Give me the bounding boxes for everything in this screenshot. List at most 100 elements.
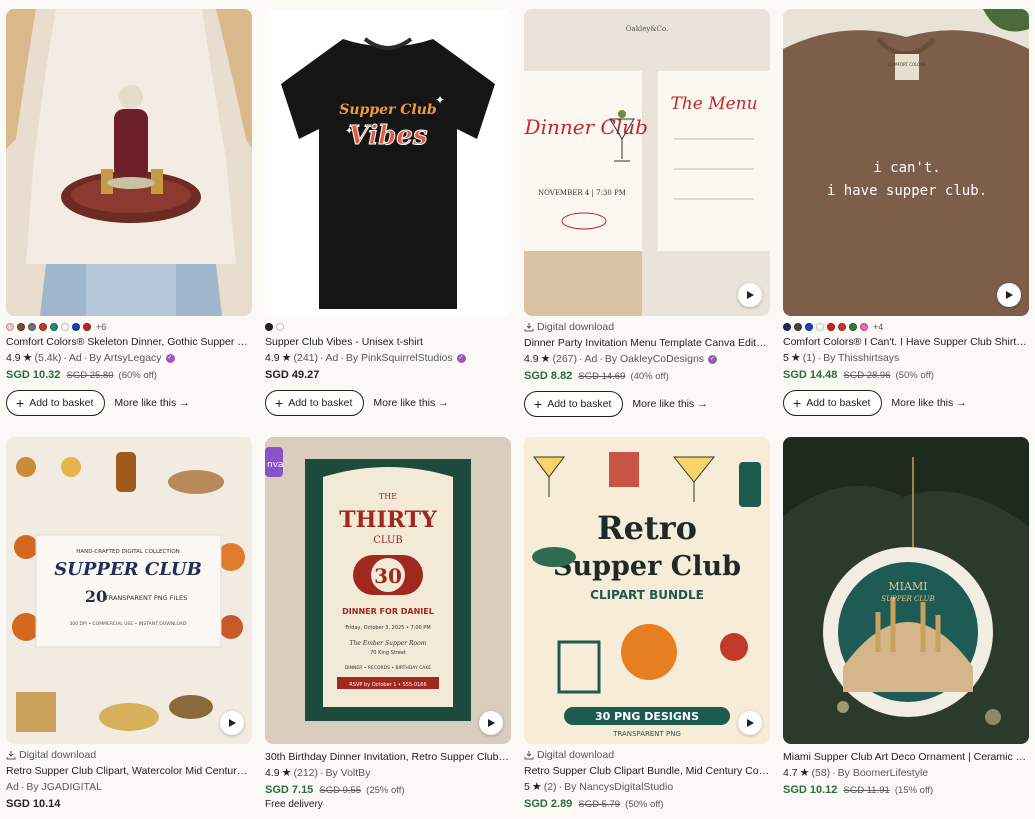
color-swatch[interactable]: [61, 323, 69, 331]
thirty-street-text: 70 King Street: [370, 650, 406, 656]
ad-label: Ad: [6, 781, 19, 793]
color-swatch[interactable]: [794, 323, 802, 331]
listing-image[interactable]: Supper Club Vibes ✦ ✦: [265, 9, 511, 316]
seller-name[interactable]: By OakleyCoDesigns: [605, 352, 704, 366]
retro-line1: Retro: [597, 509, 697, 547]
color-swatch[interactable]: [17, 323, 25, 331]
ad-label: Ad: [68, 352, 82, 364]
listing-card[interactable]: Supper Club Vibes ✦ ✦ Supper Club Vibes …: [265, 9, 511, 416]
listing-card[interactable]: HAND-CRAFTED DIGITAL COLLECTION SUPPER C…: [6, 437, 252, 811]
more-like-this-link[interactable]: More like this →: [373, 397, 448, 409]
color-swatch[interactable]: [72, 323, 80, 331]
listing-card[interactable]: +6 Comfort Colors® Skeleton Dinner, Goth…: [6, 9, 252, 416]
seller-name[interactable]: By PinkSquirrelStudios: [346, 351, 453, 365]
canva-badge-text: nva: [267, 460, 284, 470]
play-video-button[interactable]: [220, 711, 244, 735]
color-swatch[interactable]: [276, 323, 284, 331]
tee-line2: i have supper club.: [827, 183, 987, 199]
listing-title[interactable]: Comfort Colors® Skeleton Dinner, Gothic …: [6, 335, 252, 349]
listing-image[interactable]: nva THE THIRTY CLUB 30 DINNER FOR DANIEL…: [265, 437, 511, 744]
listing-card[interactable]: Retro Supper Club CLIPART BUNDLE 30 PNG …: [524, 437, 770, 811]
listing-title[interactable]: Miami Supper Club Art Deco Ornament | Ce…: [783, 750, 1029, 764]
listing-title[interactable]: Retro Supper Club Clipart Bundle, Mid Ce…: [524, 764, 770, 778]
color-swatches: +6: [6, 322, 252, 332]
listing-title[interactable]: 30th Birthday Dinner Invitation, Retro S…: [265, 750, 511, 764]
play-video-button[interactable]: [997, 283, 1021, 307]
add-to-basket-button[interactable]: + Add to basket: [265, 390, 365, 416]
seller-name[interactable]: By BoomerLifestyle: [838, 766, 928, 780]
listing-image[interactable]: COMFORT COLORS i can't. i have supper cl…: [783, 9, 1029, 316]
rating-row: 4.7 ★ (58) · By BoomerLifestyle: [783, 766, 929, 780]
color-swatch[interactable]: [827, 323, 835, 331]
more-like-this-link[interactable]: More like this →: [632, 398, 707, 410]
listing-card[interactable]: COMFORT COLORS i can't. i have supper cl…: [783, 9, 1029, 416]
listing-image[interactable]: Oakley&Co. The Dinner Club The Menu NOVE…: [524, 9, 770, 316]
listing-image[interactable]: HAND-CRAFTED DIGITAL COLLECTION SUPPER C…: [6, 437, 252, 744]
color-swatch[interactable]: [805, 323, 813, 331]
color-swatch[interactable]: [849, 323, 857, 331]
arrow-right-icon: →: [438, 397, 449, 409]
seller-name[interactable]: By NancysDigitalStudio: [564, 780, 673, 794]
play-video-button[interactable]: [479, 711, 503, 735]
color-swatch[interactable]: [783, 323, 791, 331]
play-icon: [747, 291, 754, 299]
play-video-button[interactable]: [738, 711, 762, 735]
star-icon: ★: [281, 352, 292, 364]
rating-row: 5 ★ (1) · By Thisshirtsays: [783, 351, 900, 365]
rating-value: 5: [524, 781, 530, 793]
play-video-button[interactable]: [738, 283, 762, 307]
listing-card[interactable]: Oakley&Co. The Dinner Club The Menu NOVE…: [524, 9, 770, 417]
seller-name[interactable]: By ArtsyLegacy: [89, 351, 161, 365]
listing-title[interactable]: Supper Club Vibes - Unisex t-shirt: [265, 335, 511, 349]
star-icon: ★: [799, 767, 810, 779]
current-price: SGD 14.48: [783, 369, 838, 381]
color-swatch[interactable]: [39, 323, 47, 331]
color-swatch[interactable]: [83, 323, 91, 331]
original-price: SGD 11.91: [843, 785, 890, 796]
listing-title[interactable]: Retro Supper Club Clipart, Watercolor Mi…: [6, 764, 252, 778]
star-seller-icon: ✓: [708, 354, 718, 364]
rating-row: 4.9 ★ (241) · Ad · By PinkSquirrelStudio…: [265, 351, 466, 365]
current-price: SGD 10.32: [6, 369, 61, 381]
download-icon: [524, 323, 534, 332]
listing-image[interactable]: Retro Supper Club CLIPART BUNDLE 30 PNG …: [524, 437, 770, 744]
color-swatch[interactable]: [816, 323, 824, 331]
color-swatch[interactable]: [28, 323, 36, 331]
color-swatch[interactable]: [838, 323, 846, 331]
price-row: SGD 49.27: [265, 368, 511, 382]
seller-name[interactable]: By JGADIGITAL: [26, 780, 102, 794]
listing-title[interactable]: Dinner Party Invitation Menu Template Ca…: [524, 336, 770, 350]
digital-download-label: Digital download: [6, 749, 252, 761]
ad-label: Ad: [325, 352, 339, 364]
listing-image[interactable]: [6, 9, 252, 316]
add-to-basket-button[interactable]: + Add to basket: [783, 390, 883, 416]
rating-row: 4.9 ★ (5.4k) · Ad · By ArtsyLegacy ✓: [6, 351, 175, 365]
more-like-this-link[interactable]: More like this →: [891, 397, 966, 409]
brand-text: Oakley&Co.: [626, 25, 668, 33]
discount: (40% off): [630, 371, 669, 382]
current-price: SGD 10.14: [6, 798, 61, 810]
rating-value: 4.9: [524, 353, 539, 365]
star-icon: ★: [531, 781, 542, 793]
star-seller-icon: ✓: [456, 353, 466, 363]
listing-title[interactable]: Comfort Colors® I Can't. I Have Supper C…: [783, 335, 1029, 349]
color-swatch[interactable]: [50, 323, 58, 331]
more-swatches-count: +4: [873, 322, 884, 332]
more-like-this-link[interactable]: More like this →: [114, 397, 189, 409]
rating-row: Ad · By JGADIGITAL: [6, 780, 102, 794]
listing-image[interactable]: MIAMI SUPPER CLUB: [783, 437, 1029, 744]
seller-name[interactable]: By Thisshirtsays: [823, 351, 899, 365]
color-swatch[interactable]: [6, 323, 14, 331]
seller-name[interactable]: By VoltBy: [326, 766, 371, 780]
add-to-basket-button[interactable]: + Add to basket: [6, 390, 106, 416]
color-swatch[interactable]: [265, 323, 273, 331]
price-row: SGD 10.12 SGD 11.91 (15% off): [783, 783, 1029, 797]
color-swatch[interactable]: [860, 323, 868, 331]
add-to-basket-button[interactable]: + Add to basket: [524, 391, 624, 417]
menu-title-text: The Menu: [670, 94, 757, 114]
discount: (60% off): [118, 370, 157, 381]
original-price: SGD 5.79: [578, 799, 621, 810]
listing-card[interactable]: MIAMI SUPPER CLUB Miami Supper Club Art …: [783, 437, 1029, 797]
arrow-right-icon: →: [179, 397, 190, 409]
listing-card[interactable]: nva THE THIRTY CLUB 30 DINNER FOR DANIEL…: [265, 437, 511, 810]
